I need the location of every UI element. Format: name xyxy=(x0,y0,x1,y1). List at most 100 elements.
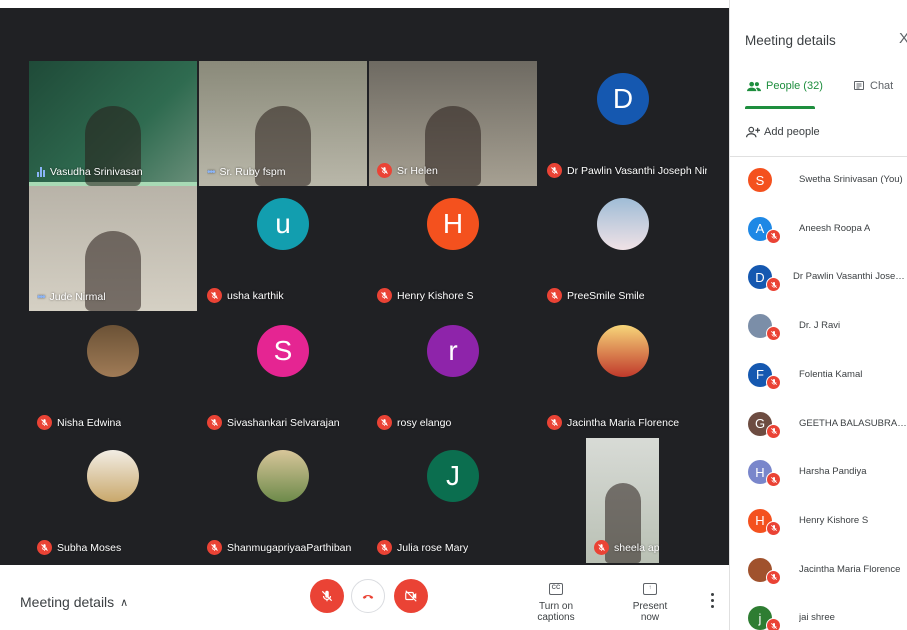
participant-tile[interactable]: J Julia rose Mary xyxy=(369,438,537,563)
mic-off-icon xyxy=(207,288,222,303)
participant-list-name: Henry Kishore S xyxy=(799,514,869,526)
participant-list-name: Swetha Srinivasan (You) xyxy=(799,174,903,185)
panel-title: Meeting details xyxy=(745,33,836,48)
participant-tile[interactable]: sheela apphia xyxy=(586,438,659,563)
add-people-button[interactable]: Add people xyxy=(746,126,820,138)
participant-name-label: Jacintha Maria Florence xyxy=(547,415,679,430)
participant-tile[interactable]: r rosy elango xyxy=(369,313,537,438)
participant-tile[interactable]: ••• Jude Nirmal xyxy=(29,186,197,311)
mic-off-icon xyxy=(766,472,781,488)
tab-chat[interactable]: Chat xyxy=(853,80,893,92)
present-now-button[interactable]: ↑ Present now xyxy=(624,583,676,623)
participant-photo xyxy=(257,450,309,502)
captions-button[interactable]: CC Turn on captions xyxy=(524,583,588,623)
participant-list-item[interactable]: DDr Pawlin Vasanthi Joseph Nir... xyxy=(748,265,907,301)
divider xyxy=(730,156,907,157)
participant-photo xyxy=(597,325,649,377)
participant-list-item[interactable]: S Swetha Srinivasan (You) xyxy=(748,168,907,204)
present-label: Present now xyxy=(632,601,668,623)
top-strip xyxy=(0,0,729,8)
participant-avatar: J xyxy=(427,450,479,502)
participant-tile[interactable]: Jacintha Maria Florence xyxy=(539,313,707,438)
participant-name-label: usha karthik xyxy=(207,288,284,303)
participant-name-label: PreeSmile Smile xyxy=(547,288,645,303)
participant-name-label: Vasudha Srinivasan xyxy=(37,166,143,178)
participant-name: Jude Nirmal xyxy=(49,291,106,303)
participant-list-item[interactable]: Dr. J Ravi xyxy=(748,314,907,350)
speaking-icon xyxy=(37,167,45,177)
present-icon: ↑ xyxy=(643,583,657,595)
participant-name: Sr. Ruby fspm xyxy=(219,166,286,178)
participant-list-name: jai shree xyxy=(799,612,835,624)
participant-list-item[interactable]: A Aneesh Roopa A xyxy=(748,216,907,253)
mic-off-icon xyxy=(766,618,781,630)
mic-off-icon xyxy=(377,415,392,430)
participant-list-name: Jacintha Maria Florence xyxy=(799,563,901,575)
mic-off-icon xyxy=(207,540,222,555)
participant-avatar: r xyxy=(427,325,479,377)
participant-tile[interactable]: PreeSmile Smile xyxy=(539,186,707,311)
close-icon[interactable]: X xyxy=(899,30,907,47)
mic-off-icon xyxy=(766,228,781,244)
participant-name-label: sheela apphia xyxy=(594,540,659,555)
add-people-label: Add people xyxy=(764,126,820,138)
captions-icon: CC xyxy=(549,583,563,595)
active-tab-indicator xyxy=(745,106,815,109)
audio-level-icon: ••• xyxy=(37,291,45,303)
mic-off-icon xyxy=(37,415,52,430)
participant-tile[interactable]: Vasudha Srinivasan xyxy=(29,61,197,186)
mic-off-icon xyxy=(37,540,52,555)
participant-name-label: Dr Pawlin Vasanthi Joseph Nirmala c... xyxy=(547,163,707,178)
participant-tile[interactable]: ••• Sr. Ruby fspm xyxy=(199,61,367,186)
participant-name: PreeSmile Smile xyxy=(567,289,645,302)
participant-photo xyxy=(597,198,649,250)
participant-name: Subha Moses xyxy=(57,541,122,554)
participant-list-name: Aneesh Roopa A xyxy=(799,222,871,234)
participant-tile[interactable]: Sr Helen xyxy=(369,61,537,186)
participant-name: Henry Kishore S xyxy=(397,289,474,302)
participant-name: rosy elango xyxy=(397,416,452,429)
participant-name: Nisha Edwina xyxy=(57,416,122,429)
more-options-icon[interactable] xyxy=(709,593,715,608)
participant-tile[interactable]: S Sivashankari Selvarajan xyxy=(199,313,367,438)
participant-name-label: ••• Sr. Ruby fspm xyxy=(207,166,285,178)
mic-off-icon xyxy=(766,374,781,390)
participant-list-name: GEETHA BALASUBRAMANIAN xyxy=(799,417,907,429)
mic-toggle-button[interactable] xyxy=(310,579,344,613)
people-icon xyxy=(747,81,761,91)
mic-off-icon xyxy=(377,163,392,178)
participant-list-name: Folentia Kamal xyxy=(799,368,863,380)
participant-list-item[interactable]: GGEETHA BALASUBRAMANIAN xyxy=(748,411,907,448)
participant-name-label: Sivashankari Selvarajan xyxy=(207,415,340,430)
participant-list-name: Dr Pawlin Vasanthi Joseph Nir... xyxy=(793,271,907,283)
participant-tile[interactable]: u usha karthik xyxy=(199,186,367,311)
participant-name-label: ••• Jude Nirmal xyxy=(37,291,106,303)
participant-name: ShanmugapriyaaParthiban xyxy=(227,541,352,554)
participant-list-item[interactable]: j jai shree xyxy=(748,606,907,630)
tab-chat-label: Chat xyxy=(870,80,894,92)
participant-list-item[interactable]: F Folentia Kamal xyxy=(748,362,907,399)
participant-photo xyxy=(87,325,139,377)
camera-toggle-button[interactable] xyxy=(394,579,428,613)
participant-name-label: ShanmugapriyaaParthiban xyxy=(207,540,351,555)
participant-tile[interactable]: H Henry Kishore S xyxy=(369,186,537,311)
leave-call-button[interactable] xyxy=(351,579,385,613)
participant-name: Sivashankari Selvarajan xyxy=(227,416,340,429)
participant-list-item[interactable]: H Henry Kishore S xyxy=(748,508,907,545)
hang-up-icon xyxy=(362,594,374,599)
participant-list-item[interactable]: H Harsha Pandiya xyxy=(748,460,907,496)
participant-tile[interactable]: Nisha Edwina xyxy=(29,313,197,438)
mic-off-icon xyxy=(594,540,609,555)
participant-tile[interactable]: ShanmugapriyaaParthiban xyxy=(199,438,367,563)
participant-list-item[interactable]: Jacintha Maria Florence xyxy=(748,557,907,594)
participant-name-label: Julia rose Mary xyxy=(377,540,468,555)
mic-off-icon xyxy=(766,277,781,293)
mic-off-icon xyxy=(547,415,562,430)
participant-tile[interactable]: Subha Moses xyxy=(29,438,197,563)
mic-off-icon xyxy=(207,415,222,430)
tab-people[interactable]: People (32) xyxy=(747,80,823,92)
meeting-details-button[interactable]: Meeting details ∧ xyxy=(20,594,128,610)
participant-avatar: H xyxy=(427,198,479,250)
participant-avatar: D xyxy=(597,73,649,125)
participant-tile[interactable]: D Dr Pawlin Vasanthi Joseph Nirmala c... xyxy=(539,61,707,186)
